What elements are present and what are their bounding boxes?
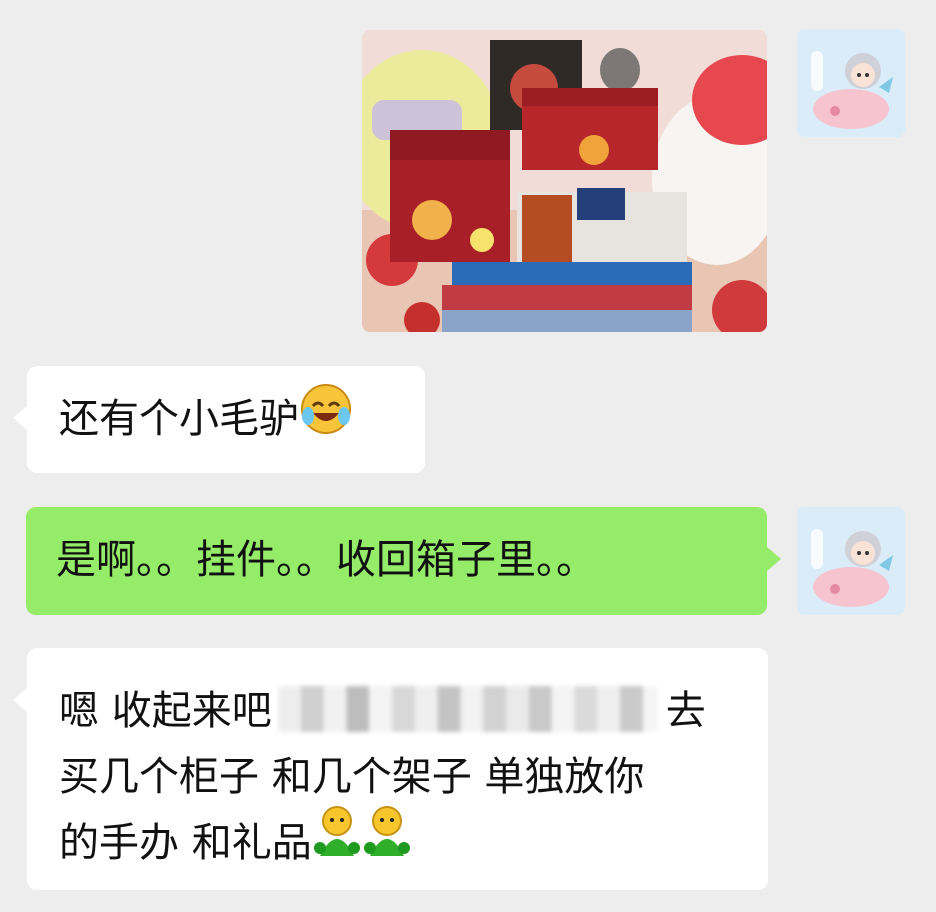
message-line: 嗯 收起来吧 去 — [59, 678, 736, 744]
pig-rider-avatar-icon — [797, 507, 905, 615]
message-text: 还有个小毛驴 — [59, 396, 299, 442]
message-text: 去 — [665, 688, 706, 734]
message-text: 是啊。。挂件。。收回箱子里。。 — [56, 537, 596, 583]
green-doll-emoji-icon — [362, 804, 412, 878]
outgoing-message-bubble[interactable]: 是啊。。挂件。。收回箱子里。。 — [26, 507, 781, 615]
sent-photo[interactable] — [362, 30, 767, 332]
my-avatar[interactable] — [797, 507, 905, 615]
incoming-message-bubble[interactable]: 还有个小毛驴 — [13, 366, 425, 473]
my-avatar[interactable] — [797, 29, 905, 137]
message-line: 的手办 和礼品 — [59, 806, 736, 878]
pig-rider-avatar-icon — [797, 29, 905, 137]
message-line: 买几个柜子 和几个架子 单独放你 — [59, 754, 645, 800]
laughing-tears-emoji-icon — [299, 382, 353, 452]
photo-gifts-pile — [362, 30, 767, 332]
green-doll-emoji-icon — [312, 804, 362, 878]
redacted-text-mask — [277, 686, 658, 732]
message-text: 嗯 收起来吧 — [59, 688, 272, 734]
message-text: 的手办 和礼品 — [59, 820, 312, 866]
incoming-message-bubble[interactable]: 嗯 收起来吧 去 买几个柜子 和几个架子 单独放你 的手办 和礼品 — [13, 648, 768, 890]
